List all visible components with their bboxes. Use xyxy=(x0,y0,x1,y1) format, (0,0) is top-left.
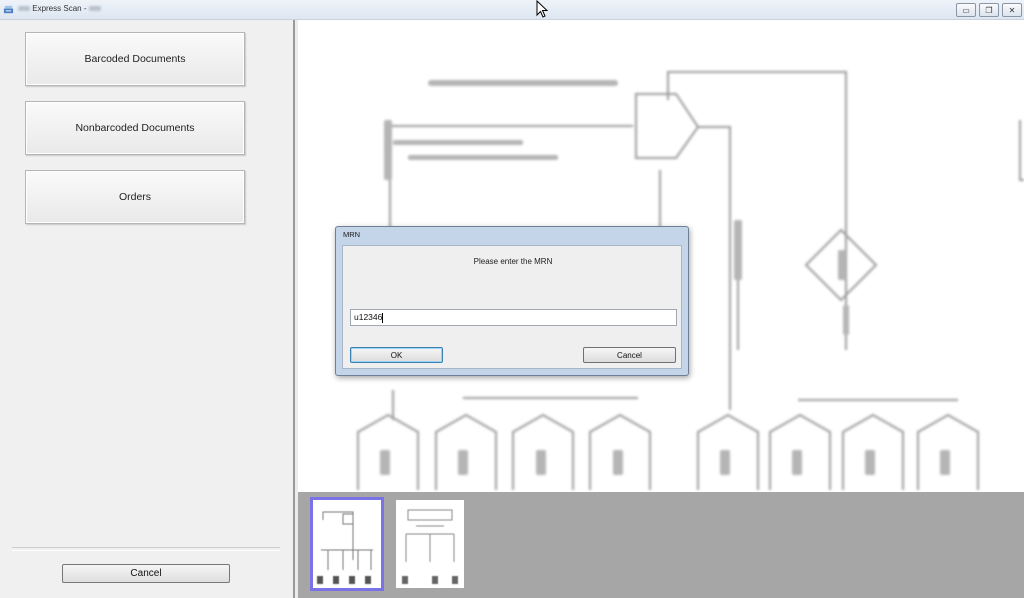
ok-button[interactable]: OK xyxy=(350,347,443,363)
mrn-input-value: u12346 xyxy=(354,312,383,322)
minimize-icon: ▭ xyxy=(962,5,970,15)
title-redacted-suffix xyxy=(88,6,101,12)
orders-button[interactable]: Orders xyxy=(25,170,245,224)
minimize-button[interactable]: ▭ xyxy=(956,3,976,17)
panel-divider xyxy=(12,547,280,551)
mrn-input[interactable]: u12346 xyxy=(350,309,677,326)
page-thumbnail-image xyxy=(317,511,373,584)
express-scan-window: Express Scan - ▭ ❐ ✕ Barcoded Documents … xyxy=(0,0,1024,598)
restore-button[interactable]: ❐ xyxy=(979,3,999,17)
left-panel: Barcoded Documents Nonbarcoded Documents… xyxy=(0,20,295,598)
title-bar[interactable]: Express Scan - ▭ ❐ ✕ xyxy=(0,0,1024,20)
scanner-icon xyxy=(3,5,14,14)
dialog-cancel-button[interactable]: Cancel xyxy=(583,347,676,363)
restore-icon: ❐ xyxy=(985,5,993,15)
nonbarcoded-documents-button[interactable]: Nonbarcoded Documents xyxy=(25,101,245,155)
mrn-prompt: Please enter the MRN xyxy=(473,257,553,266)
window-title: Express Scan - xyxy=(18,4,101,13)
text-caret xyxy=(382,312,384,323)
page-thumbnail-image xyxy=(402,509,458,584)
window-title-text: Express Scan - xyxy=(32,4,87,13)
close-icon: ✕ xyxy=(1008,5,1016,15)
barcoded-documents-button[interactable]: Barcoded Documents xyxy=(25,32,245,86)
cancel-button[interactable]: Cancel xyxy=(62,564,230,583)
title-redacted-prefix xyxy=(18,6,30,12)
dialog-title: MRN xyxy=(343,230,361,239)
thumbnail-strip xyxy=(298,492,1024,598)
mouse-pointer-icon xyxy=(536,0,549,18)
page-thumbnail-1[interactable] xyxy=(310,497,384,591)
dialog-body: Please enter the MRN u12346 OK Cancel xyxy=(342,245,682,369)
mrn-dialog: MRN Please enter the MRN u12346 OK Cance… xyxy=(335,226,689,376)
close-button[interactable]: ✕ xyxy=(1002,3,1022,17)
page-thumbnail-2[interactable] xyxy=(396,500,464,588)
